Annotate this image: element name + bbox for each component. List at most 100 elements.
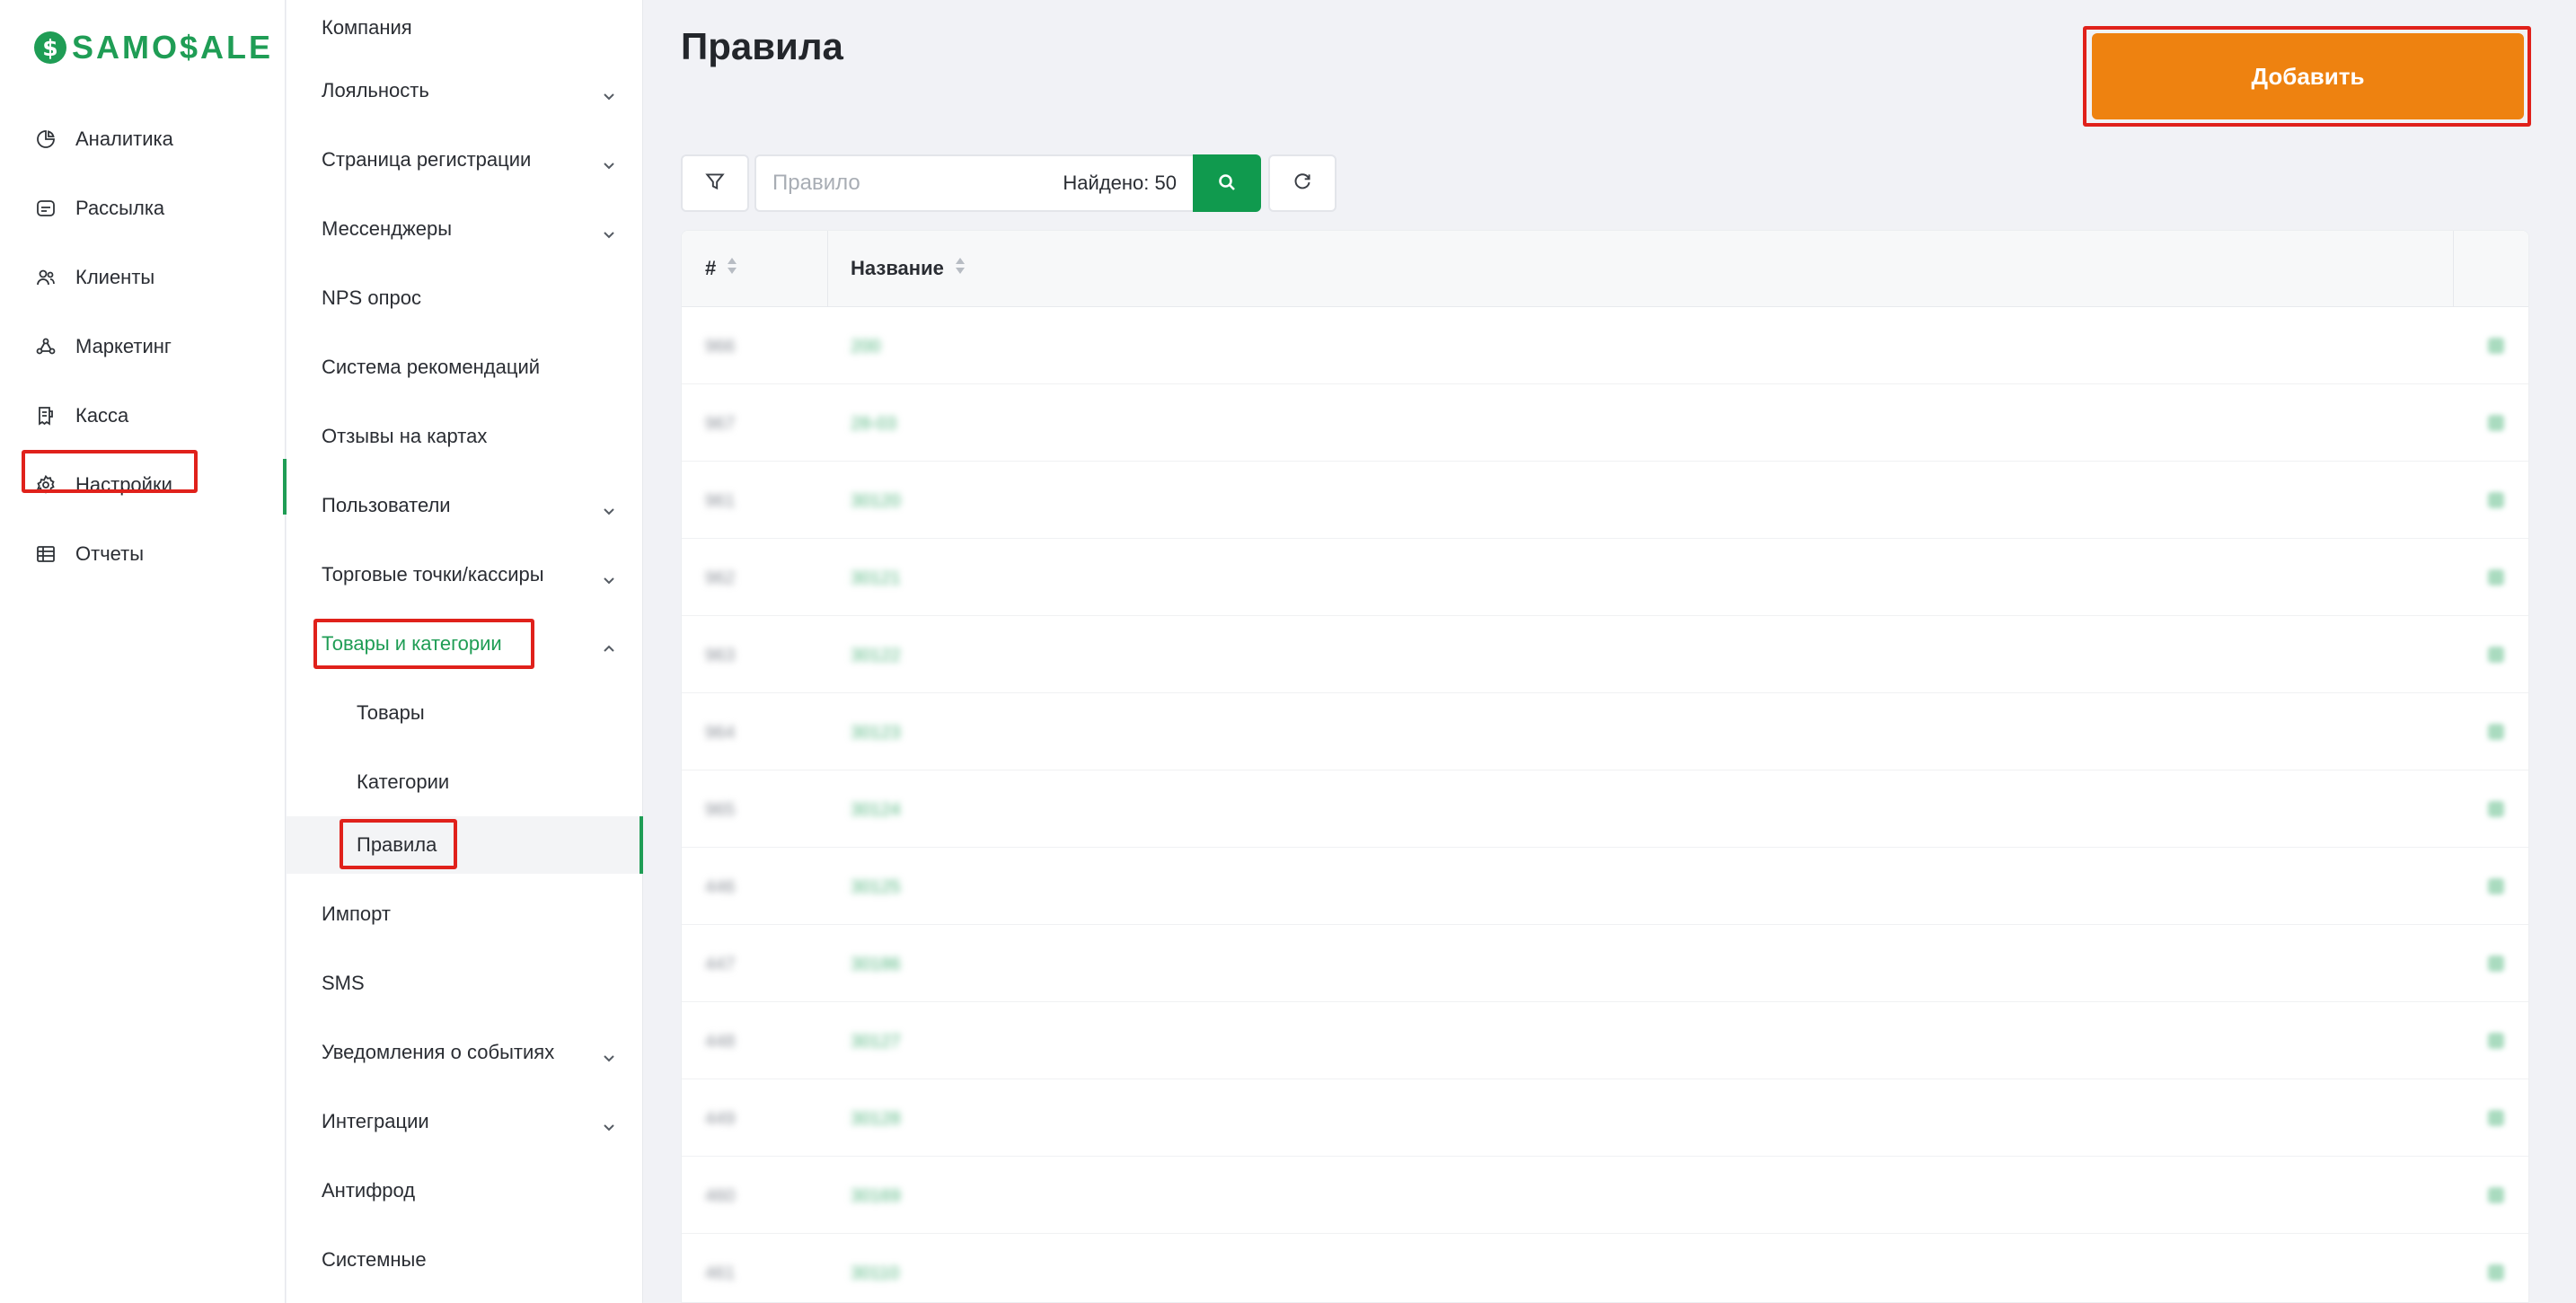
sidebar-item-marketing[interactable]: Маркетинг [0, 312, 286, 381]
main-sidebar: $ SAMO$ALE Аналитика Рассылка Клиенты Ма… [0, 0, 287, 1303]
row-action-icon[interactable] [2488, 878, 2504, 894]
add-button[interactable]: Добавить [2092, 33, 2524, 119]
subnav-child-label: Категории [357, 770, 450, 793]
refresh-button[interactable] [1268, 154, 1337, 212]
row-action-icon[interactable] [2488, 955, 2504, 972]
subnav-item-label: Уведомления о событиях [322, 1040, 555, 1063]
search-field[interactable]: Найдено: 50 [754, 154, 1193, 212]
table-row[interactable]: 447 30186 [682, 925, 2528, 1002]
cell-name-link[interactable]: 28-03 [851, 414, 896, 435]
gear-icon [34, 473, 57, 497]
cell-name-link[interactable]: 30122 [851, 646, 901, 666]
column-header-id[interactable]: # [705, 256, 737, 281]
cell-name-link[interactable]: 30121 [851, 568, 901, 589]
row-action-icon[interactable] [2488, 415, 2504, 431]
subnav-child-goods[interactable]: Товары [287, 678, 642, 747]
subnav-item-registration-page[interactable]: Страница регистрации [287, 125, 642, 194]
cell-name-link[interactable]: 30169 [851, 1186, 901, 1207]
search-button[interactable] [1193, 154, 1261, 212]
subnav-item-integrations[interactable]: Интеграции [287, 1087, 642, 1156]
sidebar-item-analytics[interactable]: Аналитика [0, 104, 286, 173]
table-row[interactable]: 460 30169 [682, 1157, 2528, 1234]
row-action-icon[interactable] [2488, 1264, 2504, 1281]
cell-name-link[interactable]: 30123 [851, 723, 901, 744]
subnav-item-event-notifications[interactable]: Уведомления о событиях [287, 1017, 642, 1087]
logo-text: SAMO$ALE [72, 29, 274, 66]
sidebar-item-clients[interactable]: Клиенты [0, 242, 286, 312]
subnav-item-stores[interactable]: Торговые точки/кассиры [287, 540, 642, 609]
logo[interactable]: $ SAMO$ALE [34, 27, 273, 68]
table-row[interactable]: 449 30128 [682, 1079, 2528, 1157]
chevron-down-icon [603, 568, 615, 584]
table-row[interactable]: 961 30120 [682, 462, 2528, 539]
subnav-item-users[interactable]: Пользователи [287, 471, 642, 540]
subnav-item-company[interactable]: Компания [287, 0, 642, 56]
subnav-item-label: Отзывы на картах [322, 424, 488, 447]
row-action-icon[interactable] [2488, 338, 2504, 354]
sidebar-item-cashbox[interactable]: Касса [0, 381, 286, 450]
sidebar-item-mailing[interactable]: Рассылка [0, 173, 286, 242]
chevron-down-icon [603, 223, 615, 238]
subnav-item-label: Лояльность [322, 78, 429, 101]
table-row[interactable]: 446 30125 [682, 848, 2528, 925]
filter-button[interactable] [681, 154, 749, 212]
subnav-item-nps[interactable]: NPS опрос [287, 263, 642, 332]
row-action-icon[interactable] [2488, 569, 2504, 585]
cell-id: 965 [705, 800, 736, 820]
cell-name-link[interactable]: 30128 [851, 1109, 901, 1130]
table-row[interactable]: 962 30121 [682, 539, 2528, 616]
subnav-item-recommendations[interactable]: Система рекомендаций [287, 332, 642, 401]
cell-name-link[interactable]: 30120 [851, 491, 901, 512]
subnav-item-sms[interactable]: SMS [287, 948, 642, 1017]
table-body: 966 200 967 28-03 961 30120 962 30121 963 30122 96… [682, 307, 2528, 1302]
subnav-item-loyalty[interactable]: Лояльность [287, 56, 642, 125]
sidebar-item-reports[interactable]: Отчеты [0, 519, 286, 588]
row-action-icon[interactable] [2488, 801, 2504, 817]
cell-name-link[interactable]: 30186 [851, 955, 901, 975]
table-toolbar: Найдено: 50 [681, 154, 1337, 212]
sidebar-item-settings[interactable]: Настройки [0, 450, 287, 519]
cell-name-link[interactable]: 30124 [851, 800, 901, 821]
sidebar-item-label: Клиенты [75, 265, 155, 288]
search-input[interactable] [772, 171, 1063, 196]
cell-id: 461 [705, 1263, 736, 1283]
subnav-item-messengers[interactable]: Мессенджеры [287, 194, 642, 263]
row-action-icon[interactable] [2488, 724, 2504, 740]
chevron-up-icon [603, 638, 615, 652]
subnav-item-system[interactable]: Системные [287, 1225, 642, 1294]
subnav-item-label: Компания [322, 16, 412, 39]
cell-id: 449 [705, 1109, 736, 1129]
chevron-down-icon [603, 1115, 615, 1131]
row-action-icon[interactable] [2488, 647, 2504, 663]
row-action-icon[interactable] [2488, 492, 2504, 508]
row-action-icon[interactable] [2488, 1110, 2504, 1126]
logo-mark: $ [34, 31, 66, 64]
column-header-name[interactable]: Название [851, 256, 966, 281]
subnav-child-categories[interactable]: Категории [287, 747, 642, 816]
table-row[interactable]: 963 30122 [682, 616, 2528, 693]
receipt-icon [34, 404, 57, 427]
subnav-item-label: Интеграции [322, 1109, 429, 1132]
cell-name-link[interactable]: 30125 [851, 877, 901, 898]
table-row[interactable]: 967 28-03 [682, 384, 2528, 462]
subnav-item-import[interactable]: Импорт [287, 879, 642, 948]
cell-name-link[interactable]: 30127 [851, 1032, 901, 1052]
rules-table: # Название 966 200 967 28-03 961 30120 962 3012… [681, 230, 2529, 1303]
subnav-item-antifraud[interactable]: Антифрод [287, 1156, 642, 1225]
subnav-item-map-reviews[interactable]: Отзывы на картах [287, 401, 642, 471]
table-row[interactable]: 966 200 [682, 307, 2528, 384]
subnav-child-rules[interactable]: Правила [287, 816, 643, 874]
sort-icon [727, 256, 737, 281]
pie-chart-icon [34, 128, 57, 151]
table-row[interactable]: 448 30127 [682, 1002, 2528, 1079]
table-row[interactable]: 964 30123 [682, 693, 2528, 770]
row-action-icon[interactable] [2488, 1033, 2504, 1049]
main-content: Правила Добавить Найдено: 50 # Название [644, 0, 2576, 1303]
table-row[interactable]: 965 30124 [682, 770, 2528, 848]
sidebar-item-label: Настройки [75, 472, 172, 496]
cell-name-link[interactable]: 30110 [851, 1263, 899, 1284]
table-row[interactable]: 461 30110 [682, 1234, 2528, 1302]
row-action-icon[interactable] [2488, 1187, 2504, 1203]
subnav-item-goods-categories[interactable]: Товары и категории [287, 609, 642, 678]
cell-name-link[interactable]: 200 [851, 337, 880, 357]
